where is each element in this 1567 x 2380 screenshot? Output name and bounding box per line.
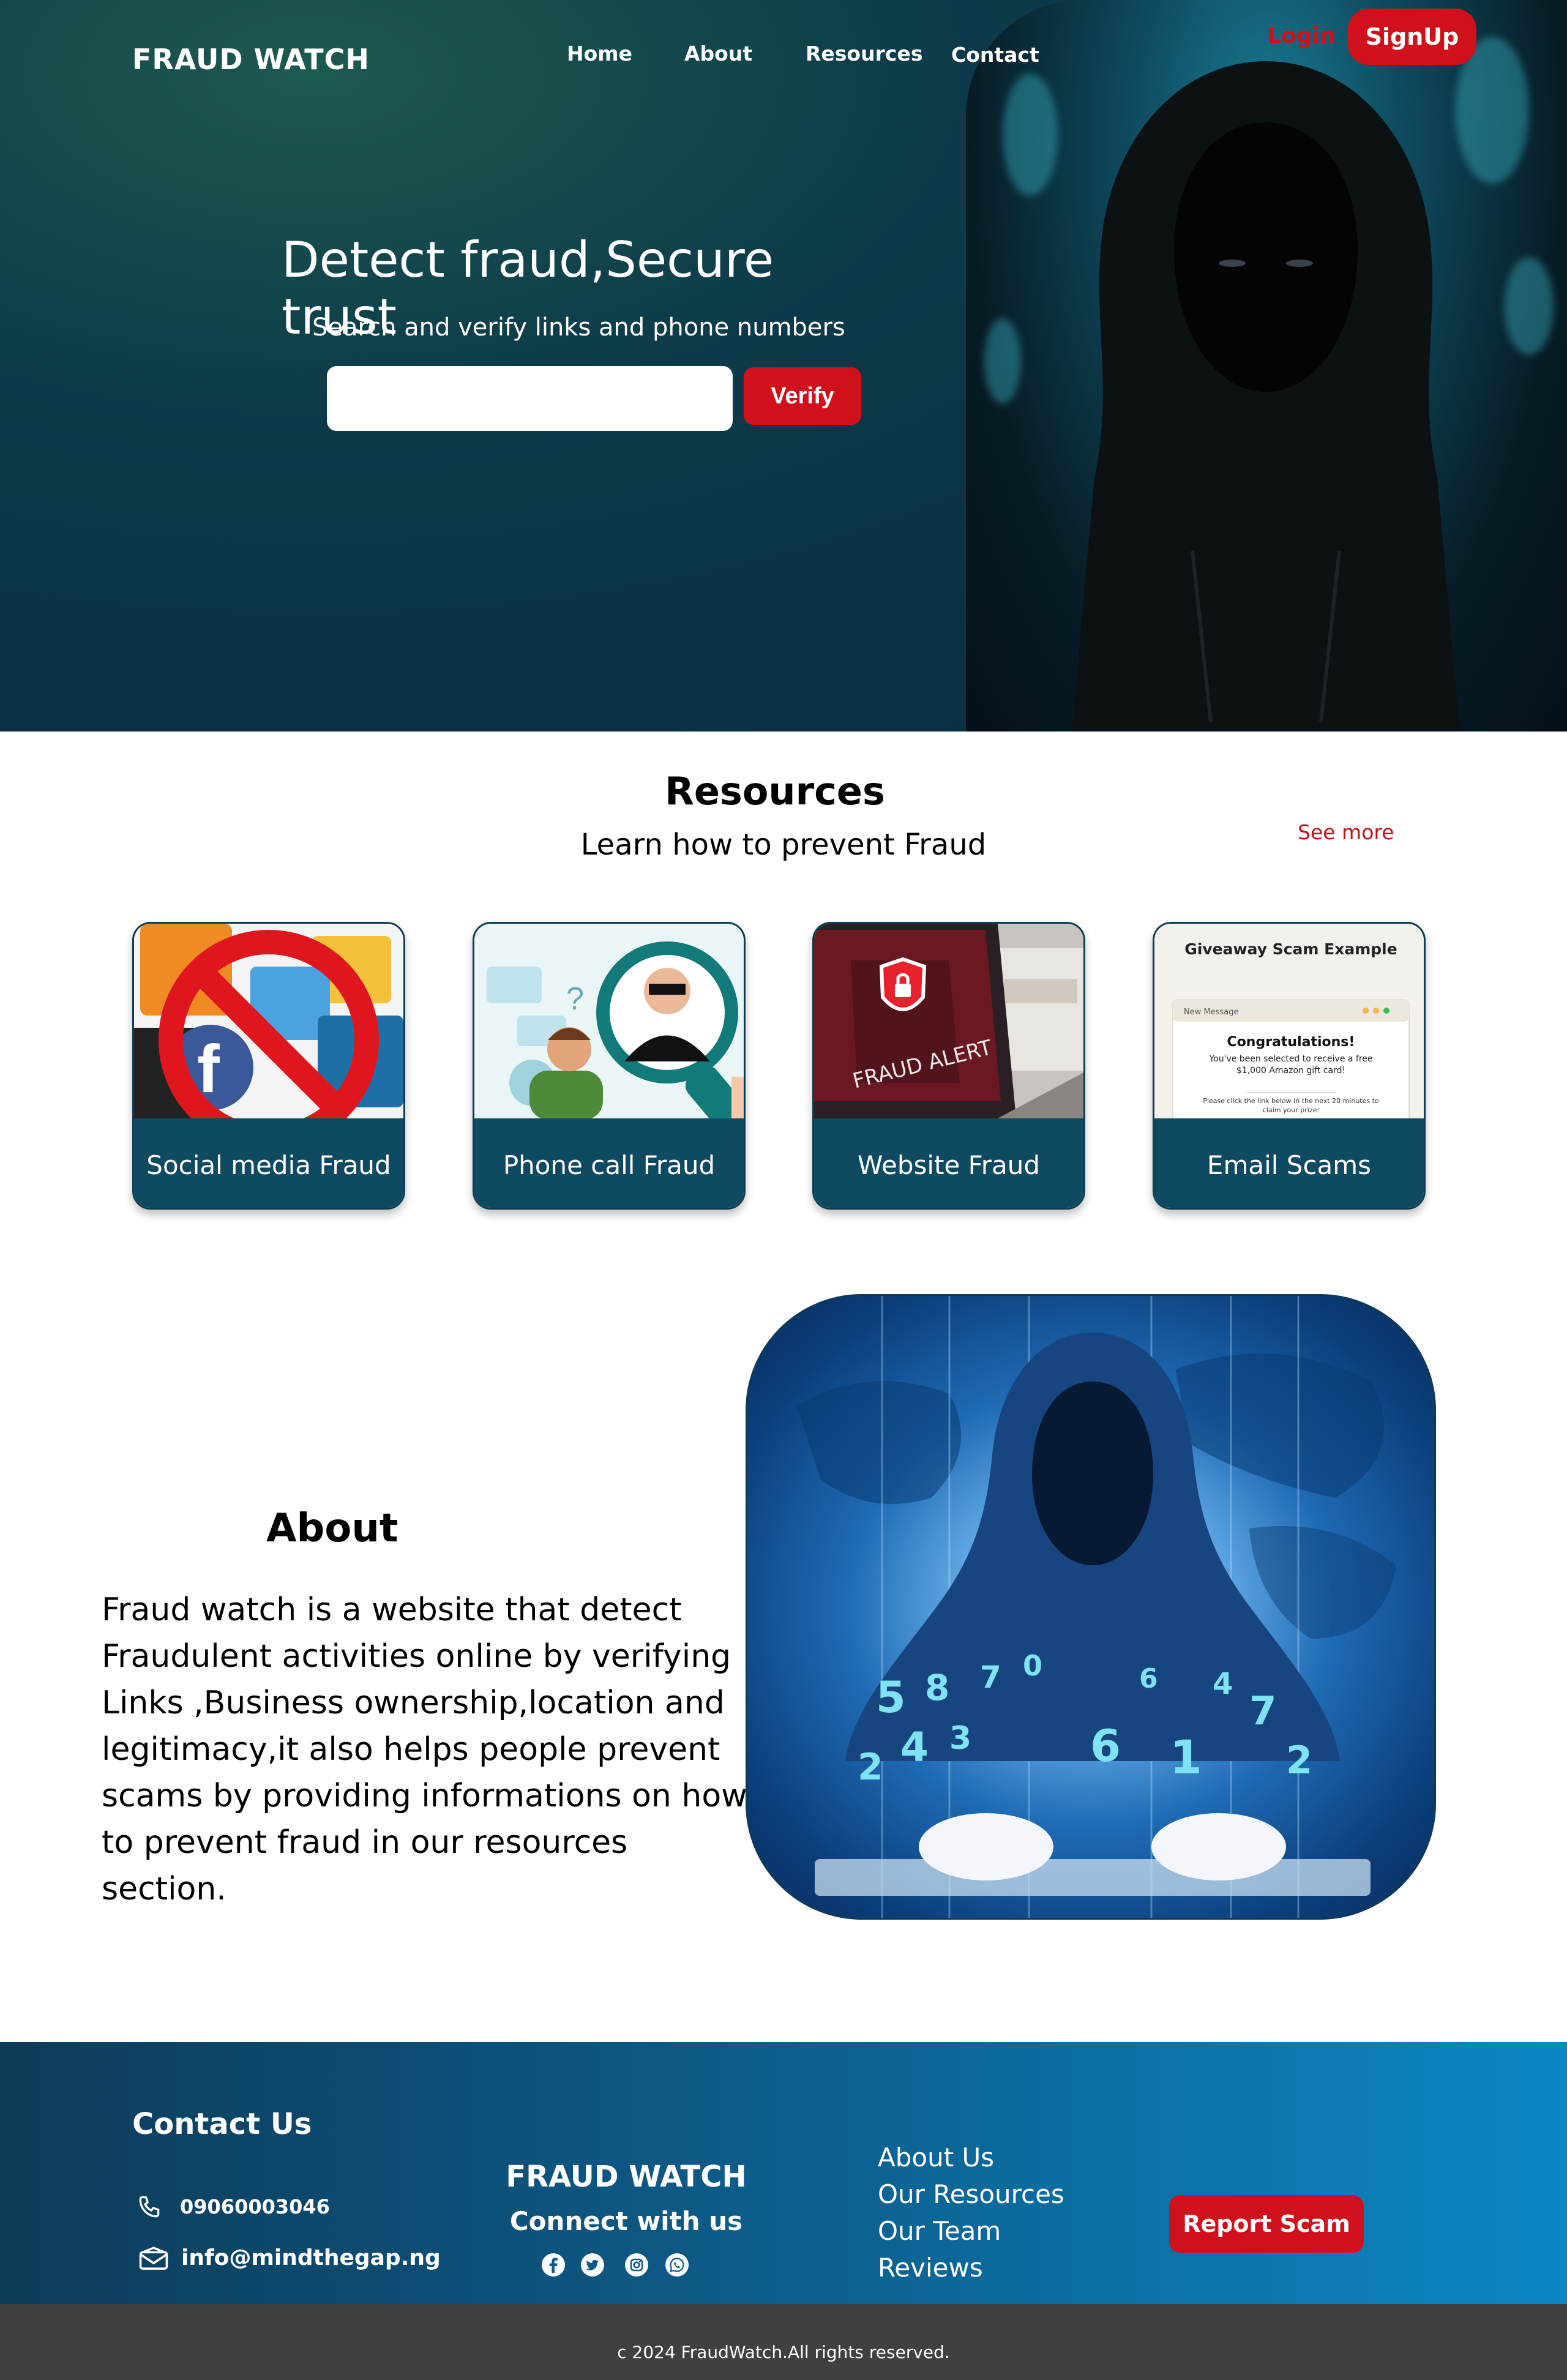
- svg-text:5: 5: [876, 1672, 906, 1723]
- about-line: legitimacy,it also helps people prevent: [102, 1731, 720, 1768]
- email-scam-image: Giveaway Scam Example New Message Congra…: [1154, 924, 1424, 1118]
- about-line: scams by providing informations on how: [102, 1778, 747, 1814]
- phone-call-fraud-image: ?: [474, 924, 744, 1118]
- svg-text:Giveaway Scam Example: Giveaway Scam Example: [1184, 940, 1397, 958]
- footer-brand: FRAUD WATCH: [506, 2160, 747, 2194]
- signup-button[interactable]: SignUp: [1348, 9, 1476, 65]
- social-media-fraud-image: f: [134, 924, 403, 1118]
- resource-card-social-media[interactable]: f Social media Fraud: [132, 922, 405, 1210]
- copyright-text: c 2024 FraudWatch.All rights reserved.: [617, 2342, 950, 2362]
- svg-text:New Message: New Message: [1184, 1008, 1238, 1017]
- nav-contact[interactable]: Contact: [951, 43, 1039, 67]
- brand-logo[interactable]: FRAUD WATCH: [132, 43, 370, 76]
- svg-text:7: 7: [980, 1660, 1001, 1695]
- footer-connect-title: Connect with us: [509, 2206, 743, 2236]
- twitter-icon[interactable]: [580, 2253, 605, 2277]
- svg-text:6: 6: [1090, 1720, 1121, 1772]
- svg-text:4: 4: [900, 1724, 929, 1771]
- resource-card-website[interactable]: FRAUD ALERT Website Fraud: [812, 922, 1085, 1210]
- website-fraud-image: FRAUD ALERT: [814, 924, 1083, 1118]
- svg-text:1: 1: [1170, 1730, 1202, 1784]
- about-description: Fraud watch is a website that detect Fra…: [102, 1587, 750, 1912]
- facebook-icon[interactable]: [541, 2253, 566, 2277]
- footer-link-reviews[interactable]: Reviews: [878, 2253, 983, 2283]
- mail-icon: [139, 2247, 168, 2270]
- resources-title: Resources: [665, 769, 885, 814]
- instagram-icon[interactable]: [624, 2253, 649, 2277]
- about-title: About: [266, 1506, 398, 1551]
- page: FRAUD WATCH Home About Resources Contact…: [0, 0, 1567, 2380]
- svg-text:0: 0: [1023, 1649, 1042, 1682]
- question-mark-icon: ?: [566, 981, 584, 1017]
- resource-card-email[interactable]: Giveaway Scam Example New Message Congra…: [1153, 922, 1426, 1210]
- svg-text:8: 8: [925, 1667, 949, 1708]
- svg-text:3: 3: [949, 1720, 971, 1757]
- hero-hacker-image: [966, 0, 1567, 732]
- footer-link-our-team[interactable]: Our Team: [878, 2216, 1001, 2246]
- verify-search-input[interactable]: [327, 366, 733, 431]
- footer-link-about-us[interactable]: About Us: [878, 2142, 994, 2172]
- footer-contact-title: Contact Us: [132, 2107, 312, 2141]
- svg-text:6: 6: [1139, 1663, 1158, 1694]
- footer-link-our-resources[interactable]: Our Resources: [878, 2179, 1064, 2209]
- whatsapp-icon[interactable]: [665, 2253, 689, 2277]
- hero-section: FRAUD WATCH Home About Resources Contact…: [0, 0, 1567, 732]
- report-scam-button[interactable]: Report Scam: [1169, 2195, 1364, 2253]
- card-label: Social media Fraud: [134, 1118, 403, 1208]
- about-line: Fraudulent activities online by verifyin…: [102, 1638, 731, 1675]
- resource-card-phone-call[interactable]: ? Phone call Fraud: [473, 922, 746, 1210]
- card-label: Phone call Fraud: [474, 1118, 744, 1208]
- footer: Contact Us 09060003046 info@mindthegap.n…: [0, 2042, 1567, 2304]
- about-line: Fraud watch is a website that detect: [102, 1592, 682, 1628]
- verify-button[interactable]: Verify: [744, 367, 861, 425]
- nav-home[interactable]: Home: [567, 42, 632, 65]
- about-line: Links ,Business ownership,location and: [102, 1685, 725, 1721]
- footer-email[interactable]: info@mindthegap.ng: [181, 2245, 441, 2270]
- nav-about[interactable]: About: [684, 42, 752, 65]
- see-more-link[interactable]: See more: [1298, 820, 1394, 844]
- card-label: Email Scams: [1154, 1118, 1424, 1208]
- svg-text:7: 7: [1249, 1689, 1277, 1734]
- svg-text:2: 2: [858, 1746, 883, 1789]
- about-line: to prevent fraud in our resources sectio…: [102, 1824, 628, 1907]
- svg-text:Congratulations!: Congratulations!: [1227, 1035, 1355, 1050]
- card-label: Website Fraud: [814, 1118, 1083, 1208]
- login-link[interactable]: Login: [1267, 23, 1335, 48]
- about-hacker-image: 5 8 7 0 4 3 2 6 1 7 4 2 6: [746, 1294, 1436, 1920]
- svg-text:4: 4: [1213, 1667, 1233, 1701]
- nav-resources[interactable]: Resources: [806, 42, 922, 65]
- hero-subtitle: Search and verify links and phone number…: [312, 313, 845, 342]
- svg-text:2: 2: [1286, 1738, 1312, 1783]
- hooded-figure-graphic: [1072, 61, 1460, 732]
